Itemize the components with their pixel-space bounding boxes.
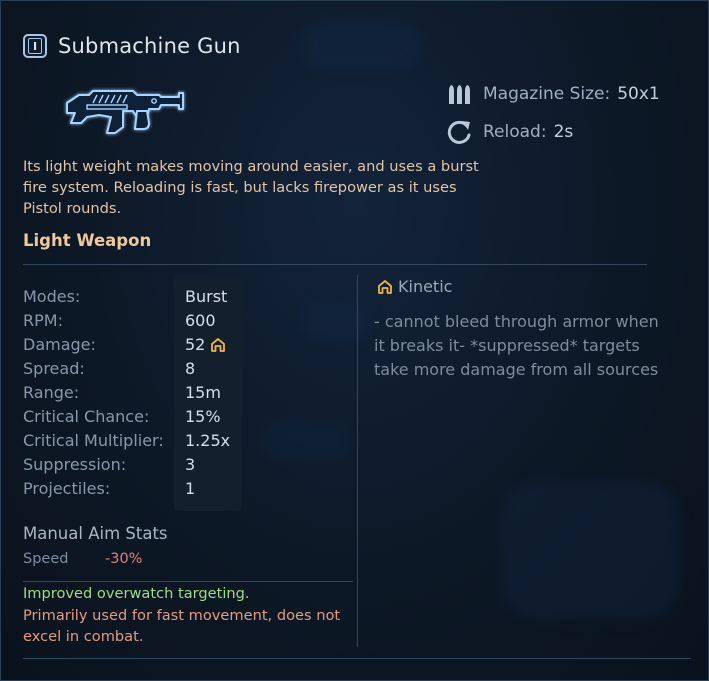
pro-note: Improved overwatch targeting.	[23, 585, 250, 602]
stat-row-rpm: RPM: 600	[23, 309, 230, 333]
stat-value: 3	[185, 455, 196, 474]
stat-row-suppression: Suppression: 3	[23, 453, 230, 477]
reload-value: 2s	[553, 122, 574, 142]
stat-label: Damage:	[23, 335, 96, 354]
con-note: Primarily used for fast movement, does n…	[23, 607, 341, 645]
stat-value: 1	[185, 479, 196, 498]
tier-numeral: I	[28, 38, 42, 54]
reload-icon	[447, 120, 471, 144]
background-blur	[301, 21, 421, 71]
stat-row-spread: Spread: 8	[23, 357, 230, 381]
stat-value: 8	[185, 359, 196, 378]
manual-aim-title: Manual Aim Stats	[23, 524, 168, 543]
stat-label: Critical Chance:	[23, 407, 150, 426]
stat-row-critical-multiplier: Critical Multiplier: 1.25x	[23, 429, 230, 453]
stat-value: Burst	[185, 287, 228, 306]
divider	[23, 264, 647, 265]
stats-table: Modes: Burst RPM: 600 Damage: 52 Spread:…	[23, 285, 230, 501]
stat-row-projectiles: Projectiles: 1	[23, 477, 230, 501]
damage-value: 52	[185, 335, 206, 354]
stat-label: RPM:	[23, 311, 63, 330]
stat-label: Modes:	[23, 287, 81, 306]
tier-one-icon: I	[23, 34, 47, 58]
kinetic-icon	[211, 338, 226, 352]
stat-value: 15%	[185, 407, 221, 426]
weapon-header: I Submachine Gun	[23, 34, 241, 58]
stat-value: 600	[185, 311, 216, 330]
stat-label: Suppression:	[23, 455, 127, 474]
damage-type-description: - cannot bleed through armor when it bre…	[374, 312, 659, 379]
reload-label: Reload:	[483, 122, 547, 142]
stat-row-range: Range: 15m	[23, 381, 230, 405]
manual-aim-speed: Speed -30%	[23, 551, 142, 567]
stat-label: Spread:	[23, 359, 85, 378]
manual-aim-stat-label: Speed	[23, 551, 69, 567]
reload-stat: Reload: 2s	[446, 119, 573, 145]
stat-label: Range:	[23, 383, 80, 402]
damage-type: Kinetic	[378, 277, 452, 296]
background-blur	[261, 421, 351, 461]
column-divider	[357, 275, 358, 647]
ammo-icon	[449, 85, 470, 104]
stat-value: 15m	[185, 383, 221, 402]
weapon-name: Submachine Gun	[58, 34, 241, 58]
kinetic-icon	[378, 279, 392, 294]
stat-label: Critical Multiplier:	[23, 431, 164, 450]
stat-row-modes: Modes: Burst	[23, 285, 230, 309]
stat-value-damage: 52	[185, 333, 226, 357]
weapon-tooltip-panel: I Submachine Gun Magazine Size: 50x1 Rel…	[0, 0, 709, 681]
magazine-size-value: 50x1	[617, 84, 660, 104]
magazine-size-label: Magazine Size:	[483, 84, 611, 104]
divider	[23, 658, 691, 659]
stat-value: 1.25x	[185, 431, 231, 450]
weapon-description: Its light weight makes moving around eas…	[23, 158, 479, 217]
submachine-gun-icon	[66, 90, 184, 134]
divider	[23, 581, 353, 582]
manual-aim-stat-value: -30%	[105, 551, 143, 567]
weapon-class: Light Weapon	[23, 231, 152, 250]
damage-type-label: Kinetic	[398, 277, 453, 296]
stat-label: Projectiles:	[23, 479, 111, 498]
background-blur	[301, 301, 371, 341]
magazine-size-stat: Magazine Size: 50x1	[446, 84, 660, 104]
background-blur	[501, 481, 681, 621]
stat-row-critical-chance: Critical Chance: 15%	[23, 405, 230, 429]
stat-row-damage: Damage: 52	[23, 333, 230, 357]
